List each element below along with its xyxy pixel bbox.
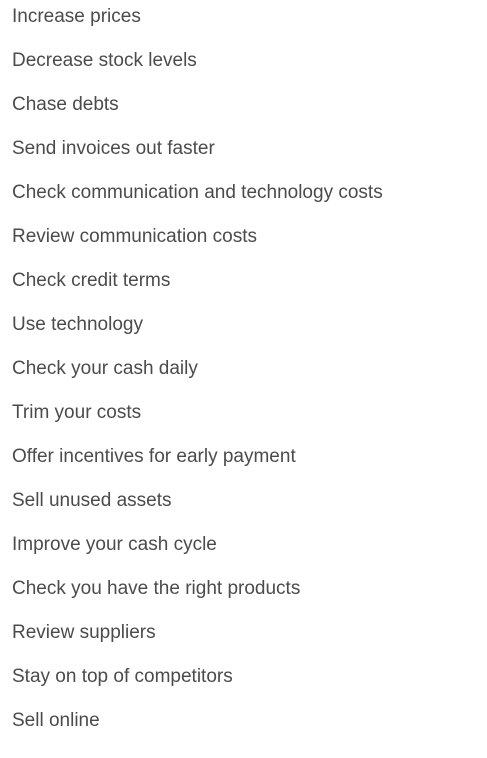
list-item: Sell unused assets xyxy=(12,490,172,511)
list-item: Check credit terms xyxy=(12,270,171,291)
list-item: Chase debts xyxy=(12,94,119,115)
list-item: Check communication and technology costs xyxy=(12,182,383,203)
list-item: Increase prices xyxy=(12,6,141,27)
list-item: Review communication costs xyxy=(12,226,257,247)
list-item: Use technology xyxy=(12,314,143,335)
list-item: Send invoices out faster xyxy=(12,138,215,159)
list-item: Check your cash daily xyxy=(12,358,198,379)
list-item: Improve your cash cycle xyxy=(12,534,217,555)
tips-list: Increase prices Decrease stock levels Ch… xyxy=(0,0,487,758)
list-item: Trim your costs xyxy=(12,402,142,423)
list-item: Check you have the right products xyxy=(12,578,301,599)
list-item: Review suppliers xyxy=(12,622,156,643)
list-item: Stay on top of competitors xyxy=(12,666,233,687)
list-item: Decrease stock levels xyxy=(12,50,197,71)
list-item: Sell online xyxy=(12,710,100,731)
list-item: Offer incentives for early payment xyxy=(12,446,296,467)
